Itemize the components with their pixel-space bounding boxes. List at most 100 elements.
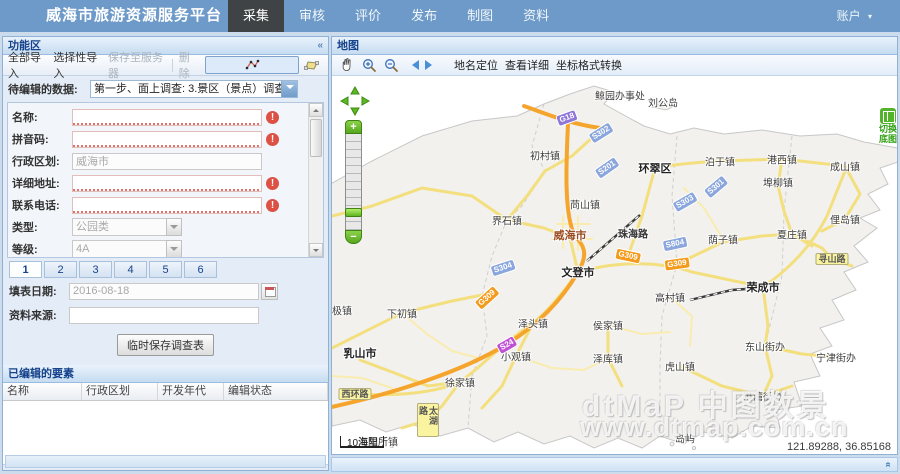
zoom-slider-handle[interactable] xyxy=(345,208,362,217)
source-label: 资料来源: xyxy=(9,307,69,323)
page-tab[interactable]: 6 xyxy=(184,261,217,278)
name-field[interactable] xyxy=(72,109,262,126)
save-to-server-button[interactable]: 保存至服务器 xyxy=(108,49,164,81)
error-icon: ! xyxy=(266,133,279,146)
map-place-label: 泽头镇 xyxy=(518,316,548,331)
road-badge: 西环路 xyxy=(338,388,371,400)
field-label-district: 行政区划: xyxy=(12,153,72,169)
collapse-left-icon[interactable]: « xyxy=(317,37,323,54)
nav-menu-item[interactable]: 制图 xyxy=(452,0,508,32)
app-title: 威海市旅游资源服务平台 xyxy=(0,0,222,32)
error-icon: ! xyxy=(266,177,279,190)
phone-field[interactable] xyxy=(72,197,262,214)
map-scale-bar: 10海里 xyxy=(340,436,384,448)
draw-polyline-icon[interactable] xyxy=(205,56,299,74)
scrollbar-thumb[interactable] xyxy=(310,119,322,157)
map-place-label: 鲸园办事处 xyxy=(595,88,645,103)
fields-scrollbar[interactable] xyxy=(308,103,323,257)
nav-menu-item[interactable]: 采集 xyxy=(228,0,284,32)
caret-down-icon: ▾ xyxy=(868,12,872,21)
map-toolbar-links: 地名定位查看详细坐标格式转换 xyxy=(454,57,629,73)
collapse-up-icon[interactable]: « xyxy=(883,458,894,472)
address-field[interactable] xyxy=(72,175,262,192)
column-header[interactable]: 编辑状态 xyxy=(224,383,319,400)
map-canvas[interactable]: + − 切换 底图 鲸园办事处刘公岛初村镇环翠区泊于镇港西镇成山镇埠柳镇苘山镇界… xyxy=(332,76,897,454)
forward-arrow-icon[interactable] xyxy=(425,60,437,70)
zoom-out-icon[interactable] xyxy=(382,57,400,74)
map-place-label: 泽库镇 xyxy=(593,351,623,366)
edited-features-header: 已编辑的要素 xyxy=(3,365,328,383)
column-header[interactable]: 名称 xyxy=(3,383,82,400)
nav-menu-item[interactable]: 发布 xyxy=(396,0,452,32)
grade-select[interactable]: 4A xyxy=(72,240,182,258)
page-tab[interactable]: 4 xyxy=(114,261,147,278)
scroll-up-icon[interactable] xyxy=(309,103,323,117)
map-zoom-slider[interactable]: + − xyxy=(345,120,362,244)
map-toolbar-link[interactable]: 查看详细 xyxy=(505,57,549,73)
map-panel-title: 地图 xyxy=(337,37,359,54)
column-header[interactable]: 开发年代 xyxy=(158,383,224,400)
map-toolbar-link[interactable]: 地名定位 xyxy=(454,57,498,73)
zoom-in-icon[interactable] xyxy=(360,57,378,74)
date-field[interactable] xyxy=(69,283,259,300)
dataset-select[interactable]: 第一步、面上调查: 3.景区（景点）调查表 xyxy=(90,80,298,98)
map-place-label: 苘山镇 xyxy=(570,197,600,212)
field-label-grade: 等级: xyxy=(12,241,72,257)
nav-menu-item[interactable]: 资料 xyxy=(508,0,564,32)
page-tab[interactable]: 5 xyxy=(149,261,182,278)
back-arrow-icon[interactable] xyxy=(407,60,419,70)
map-geography xyxy=(332,76,897,454)
field-label-type: 类型: xyxy=(12,219,72,235)
type-select[interactable]: 公园类 xyxy=(72,218,182,236)
chevron-down-icon[interactable] xyxy=(166,240,182,258)
nav-menu-item[interactable]: 评价 xyxy=(340,0,396,32)
district-field[interactable] xyxy=(72,153,262,170)
page-tab[interactable]: 3 xyxy=(79,261,112,278)
map-place-label: 岛屿 xyxy=(675,431,695,446)
scroll-down-icon[interactable] xyxy=(309,243,323,257)
nav-menu: 采集审核评价发布制图资料 xyxy=(228,0,564,32)
field-label-pinyin: 拼音码: xyxy=(12,131,72,147)
zoom-slider-minus[interactable]: − xyxy=(345,230,362,244)
account-menu[interactable]: 账户 ▾ xyxy=(837,0,900,32)
map-place-label: 徐家镇 xyxy=(445,375,475,390)
map-pan-control[interactable] xyxy=(340,86,370,116)
source-field[interactable] xyxy=(69,307,259,324)
sidebar-footer xyxy=(5,455,326,468)
map-place-label: 港西镇 xyxy=(767,152,797,167)
field-label-name: 名称: xyxy=(12,109,72,125)
chevron-down-icon[interactable] xyxy=(166,218,182,236)
column-header[interactable] xyxy=(319,383,328,400)
map-place-label: 东山街办 xyxy=(745,339,785,354)
map-place-label: 下初镇 xyxy=(387,306,417,321)
import-all-button[interactable]: 全部导入 xyxy=(8,49,45,81)
page-tab[interactable]: 1 xyxy=(9,261,42,278)
calendar-icon[interactable] xyxy=(261,283,278,300)
chevron-down-icon[interactable] xyxy=(281,81,297,97)
delete-button[interactable]: 删除 xyxy=(179,49,198,81)
zoom-slider-track[interactable] xyxy=(345,134,362,230)
nav-menu-item[interactable]: 审核 xyxy=(284,0,340,32)
map-place-label: 俚岛镇 xyxy=(830,212,860,227)
map-scale-label: 10海里 xyxy=(347,434,378,449)
draw-polygon-icon[interactable] xyxy=(302,57,320,74)
map-place-label: 港湾街办 xyxy=(743,389,783,404)
type-select-value: 公园类 xyxy=(72,218,166,236)
column-header[interactable]: 行政区划 xyxy=(82,383,158,400)
error-icon: ! xyxy=(266,199,279,212)
road-badge: 太湖路 xyxy=(417,403,439,437)
basemap-switch[interactable]: 切换 底图 xyxy=(871,108,897,144)
page-tab[interactable]: 2 xyxy=(44,261,77,278)
edited-features-columns: 名称行政区划开发年代编辑状态 xyxy=(3,383,328,401)
pinyin-field[interactable] xyxy=(72,131,262,148)
date-label: 填表日期: xyxy=(9,283,69,299)
zoom-slider-plus[interactable]: + xyxy=(345,120,362,134)
map-place-label: 环翠区 xyxy=(639,160,672,176)
pan-hand-icon[interactable] xyxy=(338,57,356,74)
temp-save-button[interactable]: 临时保存调查表 xyxy=(117,334,214,356)
map-place-label: 成山镇 xyxy=(830,159,860,174)
import-selective-button[interactable]: 选择性导入 xyxy=(53,49,100,81)
map-toolbar-link[interactable]: 坐标格式转换 xyxy=(556,57,622,73)
function-panel: 功能区 « 全部导入 选择性导入 保存至服务器 删除 待编辑的数据: 第一步、面… xyxy=(2,36,329,471)
map-place-label: 泊于镇 xyxy=(705,154,735,169)
